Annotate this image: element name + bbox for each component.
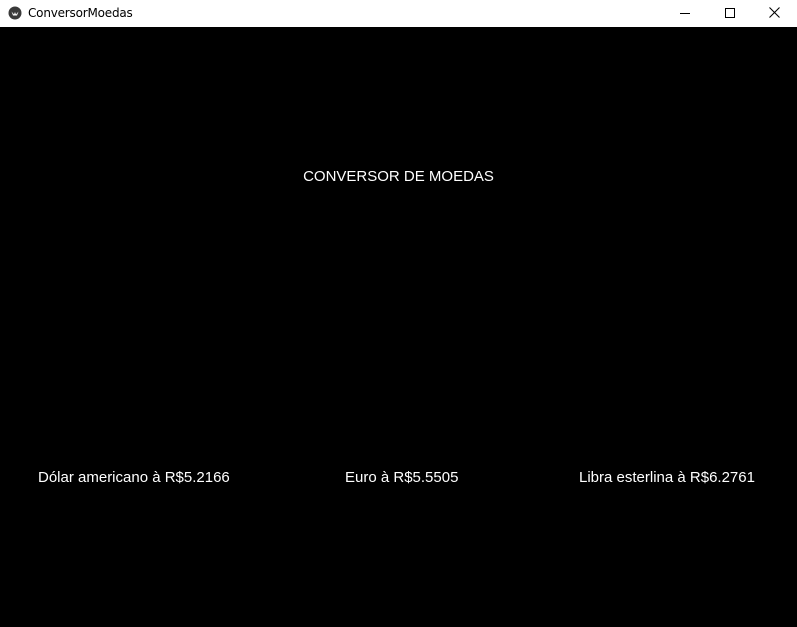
- title-bar[interactable]: ConversorMoedas: [0, 0, 797, 27]
- main-content: CONVERSOR DE MOEDAS Dólar americano à R$…: [0, 27, 797, 627]
- maximize-button[interactable]: [707, 0, 752, 27]
- usd-rate-label: Dólar americano à R$5.2166: [38, 469, 230, 486]
- app-window: ConversorMoedas CONVERSOR DE MOEDAS Dóla…: [0, 0, 797, 627]
- gbp-rate-label: Libra esterlina à R$6.2761: [579, 469, 755, 486]
- eur-rate-label: Euro à R$5.5505: [345, 469, 459, 486]
- page-title: CONVERSOR DE MOEDAS: [303, 168, 494, 185]
- close-button[interactable]: [752, 0, 797, 27]
- app-icon: [8, 6, 22, 20]
- minimize-button[interactable]: [662, 0, 707, 27]
- close-icon: [769, 5, 780, 23]
- minimize-icon: [679, 5, 690, 23]
- window-title: ConversorMoedas: [28, 6, 133, 20]
- maximize-icon: [724, 5, 735, 23]
